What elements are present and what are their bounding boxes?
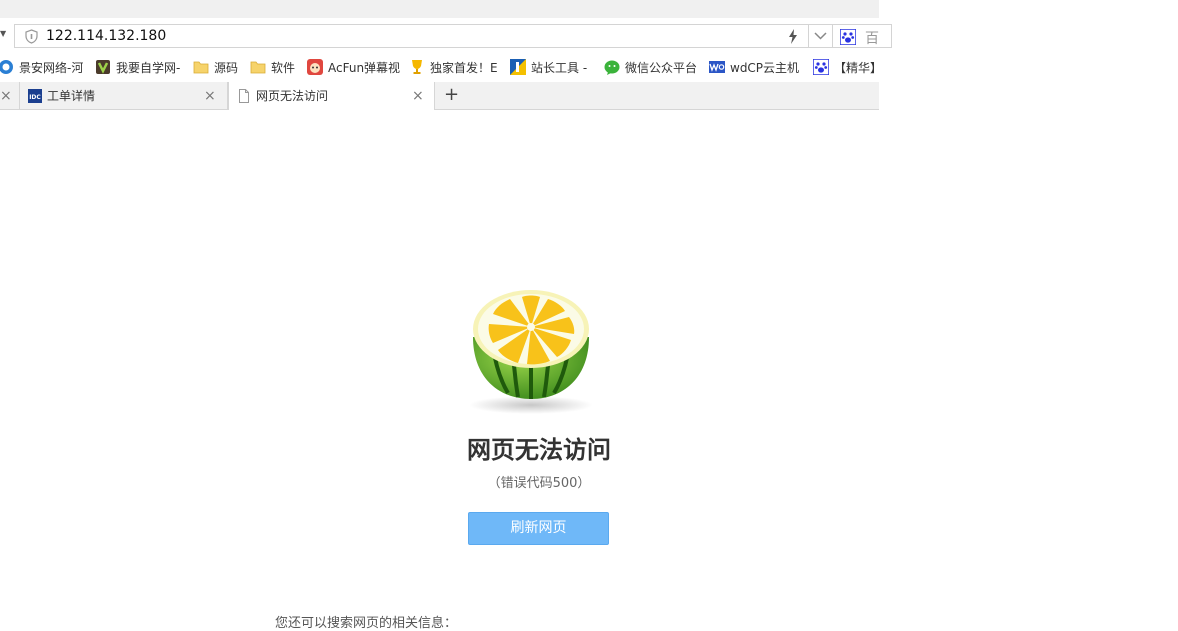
- tab-page-unavailable[interactable]: 网页无法访问 ×: [228, 82, 435, 110]
- lightning-icon[interactable]: [788, 29, 798, 44]
- tab-partial[interactable]: ×: [0, 82, 20, 110]
- bookmark-label: 独家首发！E: [430, 60, 498, 75]
- nav-dropdown-icon[interactable]: ▼: [0, 29, 6, 38]
- bookmark-label: AcFun弹幕视: [328, 60, 401, 75]
- bookmark-label: 软件: [271, 60, 296, 75]
- page-icon: [239, 89, 249, 103]
- chevron-down-icon: [814, 32, 827, 40]
- baidu-paw-icon[interactable]: [840, 29, 856, 45]
- url-input[interactable]: 122.114.132.180: [46, 28, 166, 44]
- bookmark-label: wdCP云主机: [730, 60, 800, 75]
- browser-window: ▼ 122.114.132.180 百 景安网络-河 我要自学网- 源码 软件 …: [0, 0, 892, 631]
- title-strip: [0, 0, 879, 18]
- bookmark-baidu[interactable]: 【精华】: [813, 58, 879, 76]
- lemon-watermelon-icon: [469, 290, 593, 414]
- folder-icon: [250, 61, 266, 74]
- bookmark-chinaz[interactable]: 站长工具 -: [510, 58, 587, 76]
- bookmark-folder-software[interactable]: 软件: [250, 58, 295, 76]
- wdcp-icon: [709, 61, 725, 73]
- bookmarks-bar: 景安网络-河 我要自学网- 源码 软件 AcFun弹幕视 独家首发！E 站长工具…: [0, 52, 879, 82]
- wechat-icon: [604, 60, 620, 75]
- tab-label: 工单详情: [47, 89, 96, 103]
- chinaz-icon: [510, 59, 526, 75]
- new-tab-button[interactable]: +: [444, 85, 459, 105]
- folder-icon: [193, 61, 209, 74]
- bookmark-folder-source[interactable]: 源码: [193, 58, 238, 76]
- bookmark-label: 我要自学网-: [116, 60, 181, 75]
- bookmark-jingan[interactable]: 景安网络-河: [0, 58, 83, 76]
- bookmark-dujia[interactable]: 独家首发！E: [409, 58, 498, 76]
- bookmark-label: 景安网络-河: [19, 60, 84, 75]
- tab-close-icon[interactable]: ×: [0, 89, 12, 103]
- bookmark-label: 微信公众平台: [625, 60, 698, 75]
- trophy-icon: [412, 60, 422, 74]
- address-bar[interactable]: 122.114.132.180: [14, 24, 809, 48]
- bookmark-label: 站长工具 -: [531, 60, 588, 75]
- search-input[interactable]: 百: [865, 28, 879, 48]
- bookmark-wechat[interactable]: 微信公众平台: [604, 58, 697, 76]
- bookmark-label: 源码: [214, 60, 239, 75]
- jingan-icon: [0, 60, 13, 74]
- acfun-icon: [307, 59, 323, 75]
- address-dropdown-button[interactable]: [809, 24, 833, 48]
- search-hint-text: 您还可以搜索网页的相关信息：: [275, 616, 458, 631]
- shield-icon[interactable]: [25, 29, 38, 44]
- bookmark-zixue[interactable]: 我要自学网-: [95, 58, 180, 76]
- baidu-icon: [813, 59, 829, 75]
- bookmark-wdcp[interactable]: wdCP云主机: [709, 58, 799, 76]
- tab-strip: × IDC 工单详情 × 网页无法访问 × +: [0, 82, 879, 110]
- address-row: ▼ 122.114.132.180 百: [0, 18, 892, 52]
- tab-close-icon[interactable]: ×: [412, 89, 424, 103]
- refresh-button[interactable]: 刷新网页: [468, 512, 609, 545]
- bookmark-acfun[interactable]: AcFun弹幕视: [307, 58, 400, 76]
- bookmark-label: 【精华】: [834, 60, 879, 75]
- svg-text:IDC: IDC: [29, 94, 41, 101]
- idc-icon: IDC: [28, 89, 42, 103]
- tab-ticket-detail[interactable]: IDC 工单详情 ×: [20, 82, 228, 110]
- tab-close-icon[interactable]: ×: [204, 89, 216, 103]
- error-code: （错误代码500）: [487, 476, 591, 491]
- zixue-icon: [96, 60, 110, 74]
- tab-label: 网页无法访问: [256, 89, 329, 103]
- error-title: 网页无法访问: [467, 436, 611, 464]
- search-box[interactable]: 百: [832, 24, 892, 48]
